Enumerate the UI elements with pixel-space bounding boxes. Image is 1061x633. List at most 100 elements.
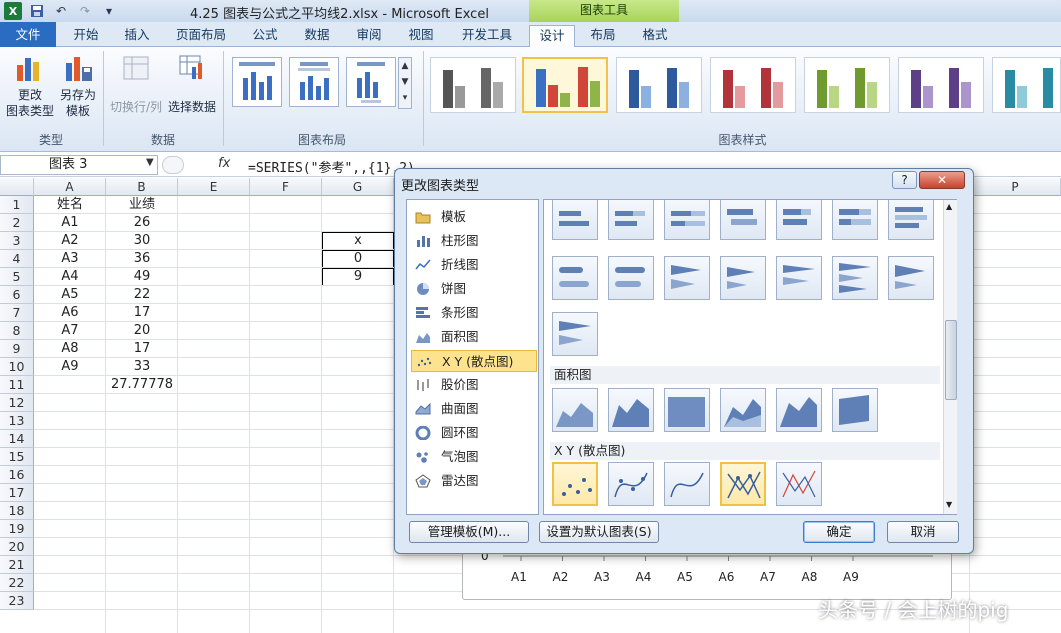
gallery-scrollbar[interactable]: ▲ ▼ — [943, 200, 957, 514]
row-header[interactable]: 19 — [0, 520, 34, 538]
cell-name[interactable]: A2 — [34, 232, 106, 250]
row-header[interactable]: 21 — [0, 556, 34, 574]
row-header[interactable]: 1 — [0, 196, 34, 214]
subtype-thumb[interactable] — [776, 256, 822, 300]
row-header[interactable]: 11 — [0, 376, 34, 394]
close-button[interactable]: ✕ — [919, 171, 965, 189]
undo-icon[interactable]: ↶ — [52, 2, 70, 20]
row-header[interactable]: 16 — [0, 466, 34, 484]
tab-insert[interactable]: 插入 — [114, 25, 160, 47]
tab-formulas[interactable]: 公式 — [242, 25, 288, 47]
column-header-e[interactable]: E — [178, 178, 250, 196]
chart-layout-3[interactable] — [346, 57, 396, 107]
row-header[interactable]: 3 — [0, 232, 34, 250]
cell-g3[interactable]: x — [322, 232, 394, 250]
change-chart-type-button[interactable]: 更改 图表类型 — [4, 53, 56, 119]
tab-data[interactable]: 数据 — [294, 25, 340, 47]
subtype-thumb[interactable] — [552, 200, 598, 240]
cell-score[interactable]: 22 — [106, 286, 178, 304]
row-header[interactable]: 18 — [0, 502, 34, 520]
cell-score[interactable]: 20 — [106, 322, 178, 340]
chart-type-bar[interactable]: 条形图 — [411, 302, 537, 324]
column-header-f[interactable]: F — [250, 178, 322, 196]
select-data-button[interactable]: 选择数据 — [166, 53, 218, 115]
row-header[interactable]: 6 — [0, 286, 34, 304]
subtype-thumb[interactable] — [552, 256, 598, 300]
chart-style-purple[interactable] — [898, 57, 984, 113]
tab-developer[interactable]: 开发工具 — [450, 25, 524, 47]
chart-type-templates[interactable]: 模板 — [411, 206, 537, 228]
tab-page-layout[interactable]: 页面布局 — [168, 25, 234, 47]
subtype-thumb[interactable] — [888, 200, 934, 240]
scroll-up-icon[interactable]: ▲ — [946, 202, 952, 211]
row-header[interactable]: 9 — [0, 340, 34, 358]
chart-type-line[interactable]: 折线图 — [411, 254, 537, 276]
subtype-thumb[interactable] — [664, 388, 710, 432]
row-header[interactable]: 4 — [0, 250, 34, 268]
chart-style-teal[interactable] — [992, 57, 1061, 113]
subtype-thumb[interactable] — [776, 388, 822, 432]
tab-design[interactable]: 设计 — [529, 25, 575, 47]
subtype-scatter-smooth[interactable] — [664, 462, 710, 506]
tab-home[interactable]: 开始 — [62, 25, 110, 47]
chart-style-red[interactable] — [710, 57, 796, 113]
chart-style-blue[interactable] — [616, 57, 702, 113]
cell-score[interactable]: 26 — [106, 214, 178, 232]
customize-qat-icon[interactable]: ▾ — [100, 2, 118, 20]
chart-style-green[interactable] — [804, 57, 890, 113]
tab-format[interactable]: 格式 — [632, 25, 678, 47]
chart-type-bubble[interactable]: 气泡图 — [411, 446, 537, 468]
subtype-thumb[interactable] — [664, 256, 710, 300]
subtype-thumb[interactable] — [888, 256, 934, 300]
row-header[interactable]: 17 — [0, 484, 34, 502]
chart-style-multicolor[interactable] — [522, 57, 608, 113]
chart-type-pie[interactable]: 饼图 — [411, 278, 537, 300]
cell-name[interactable]: A1 — [34, 214, 106, 232]
chart-type-doughnut[interactable]: 圆环图 — [411, 422, 537, 444]
subtype-thumb[interactable] — [608, 200, 654, 240]
switch-row-column-button[interactable]: 切换行/列 — [108, 53, 164, 115]
row-header[interactable]: 15 — [0, 448, 34, 466]
save-as-template-button[interactable]: 另存为 模板 — [56, 53, 100, 119]
cell-name[interactable]: A3 — [34, 250, 106, 268]
select-all-corner[interactable] — [0, 178, 34, 196]
name-box-dropdown-icon[interactable]: ▼ — [146, 157, 154, 168]
row-header[interactable]: 14 — [0, 430, 34, 448]
chart-type-scatter[interactable]: X Y (散点图) — [411, 350, 537, 372]
scroll-down-icon[interactable]: ▼ — [946, 500, 952, 509]
cell-b1[interactable]: 业绩 — [106, 196, 178, 214]
ok-button[interactable]: 确定 — [803, 521, 875, 543]
cell-name[interactable]: A7 — [34, 322, 106, 340]
set-default-chart-button[interactable]: 设置为默认图表(S) — [539, 521, 659, 543]
cell-score[interactable]: 36 — [106, 250, 178, 268]
row-header[interactable]: 7 — [0, 304, 34, 322]
column-header-p[interactable]: P — [970, 178, 1061, 196]
cell-name[interactable]: A5 — [34, 286, 106, 304]
subtype-scatter-straight-markers[interactable] — [720, 462, 766, 506]
chart-type-area[interactable]: 面积图 — [411, 326, 537, 348]
subtype-thumb[interactable] — [832, 256, 878, 300]
subtype-scatter-straight[interactable] — [776, 462, 822, 506]
subtype-thumb[interactable] — [776, 200, 822, 240]
row-header[interactable]: 2 — [0, 214, 34, 232]
tab-file[interactable]: 文件 — [0, 22, 56, 47]
column-header-g[interactable]: G — [322, 178, 394, 196]
subtype-thumb[interactable] — [832, 200, 878, 240]
chart-layout-1[interactable] — [232, 57, 282, 107]
subtype-thumb[interactable] — [608, 256, 654, 300]
cell-name[interactable]: A4 — [34, 268, 106, 286]
cell-a1[interactable]: 姓名 — [34, 196, 106, 214]
subtype-scatter-markers[interactable] — [552, 462, 598, 506]
column-header-a[interactable]: A — [34, 178, 106, 196]
chart-type-stock[interactable]: 股价图 — [411, 374, 537, 396]
manage-templates-button[interactable]: 管理模板(M)... — [409, 521, 529, 543]
scrollbar-thumb[interactable] — [945, 320, 957, 400]
cell-average[interactable]: 27.77778 — [106, 376, 178, 394]
chart-type-radar[interactable]: 雷达图 — [411, 470, 537, 492]
subtype-thumb[interactable] — [608, 388, 654, 432]
chart-type-surface[interactable]: 曲面图 — [411, 398, 537, 420]
tab-review[interactable]: 审阅 — [346, 25, 392, 47]
row-header[interactable]: 22 — [0, 574, 34, 592]
row-header[interactable]: 23 — [0, 592, 34, 610]
subtype-thumb[interactable] — [664, 200, 710, 240]
